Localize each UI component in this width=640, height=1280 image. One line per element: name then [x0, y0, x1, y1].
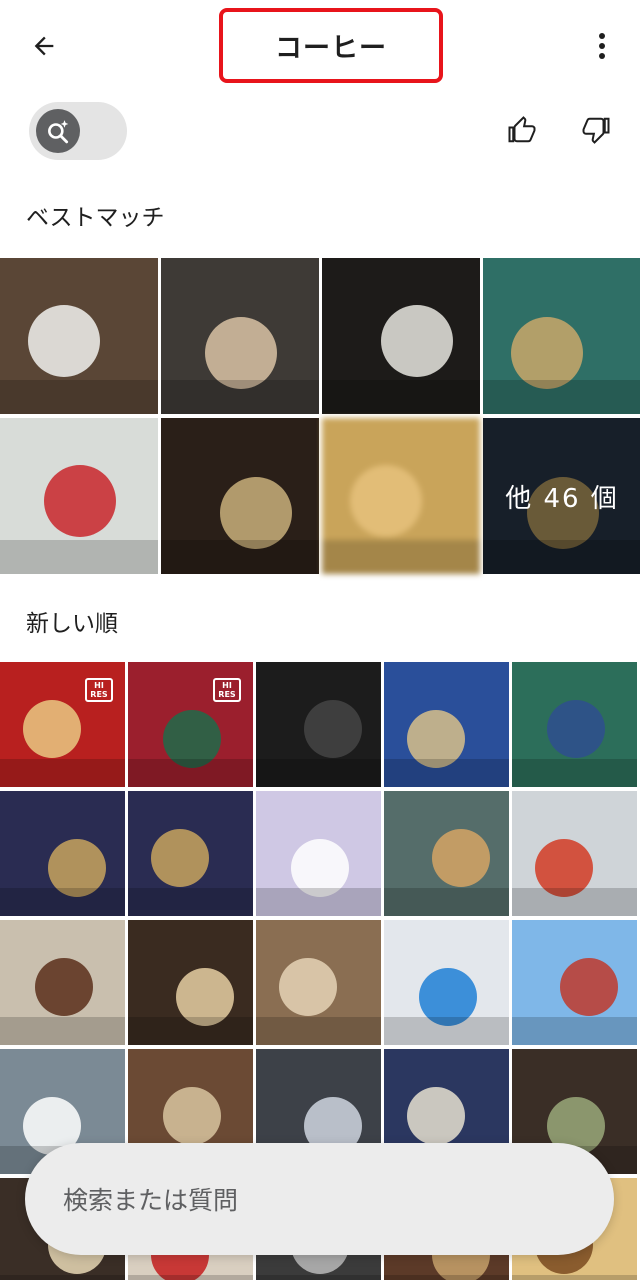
photo-surface [512, 1017, 637, 1045]
photo-surface [128, 759, 253, 787]
photo-surface [128, 1275, 253, 1280]
recent-photo[interactable] [128, 791, 253, 916]
thumb-up-button[interactable] [502, 110, 542, 150]
search-bar[interactable]: 検索または質問 [25, 1143, 614, 1255]
photo-surface [0, 1017, 125, 1045]
recent-photo[interactable]: HI RES [128, 662, 253, 787]
photo-surface [384, 888, 509, 916]
photo-surface [256, 1017, 381, 1045]
photo-subject [28, 305, 100, 377]
photo-subject [304, 700, 362, 758]
recent-photo[interactable] [0, 920, 125, 1045]
best-match-photo[interactable] [483, 258, 640, 414]
photo-surface [322, 540, 480, 574]
recent-photo[interactable] [512, 920, 637, 1045]
best-match-photo[interactable] [322, 258, 480, 414]
photo-surface [256, 888, 381, 916]
photo-subject [44, 465, 116, 537]
best-match-grid: 他 46 個 [0, 258, 640, 574]
photo-surface [0, 888, 125, 916]
photo-surface [0, 1275, 125, 1280]
photo-surface [384, 1275, 509, 1280]
photo-surface [161, 540, 319, 574]
photo-subject [560, 958, 618, 1016]
photo-surface [384, 1017, 509, 1045]
photo-subject [151, 829, 209, 887]
more-vert-icon [599, 33, 605, 59]
photo-surface [322, 380, 480, 414]
recent-photo[interactable] [512, 662, 637, 787]
hi-res-badge: HI RES [213, 678, 241, 702]
photo-surface [256, 759, 381, 787]
recent-heading: 新しい順 [26, 611, 118, 637]
photo-subject [23, 700, 81, 758]
best-match-photo[interactable] [161, 258, 319, 414]
photo-subject [279, 958, 337, 1016]
photo-subject [381, 305, 453, 377]
recent-photo[interactable] [384, 662, 509, 787]
photo-surface [512, 759, 637, 787]
photo-surface [0, 380, 158, 414]
photo-subject [220, 477, 292, 549]
recent-photo[interactable] [256, 920, 381, 1045]
ai-search-icon [48, 120, 69, 144]
photo-surface [128, 888, 253, 916]
photo-subject [432, 829, 490, 887]
photo-surface [0, 759, 125, 787]
photo-surface [512, 888, 637, 916]
photo-surface [0, 540, 158, 574]
hi-res-badge: HI RES [85, 678, 113, 702]
arrow-back-icon [34, 36, 54, 56]
photo-surface [483, 380, 640, 414]
more-photos-overlay[interactable]: 他 46 個 [483, 418, 640, 574]
photo-subject [511, 317, 583, 389]
recent-photo[interactable] [256, 791, 381, 916]
photo-subject [547, 700, 605, 758]
best-match-photo[interactable]: 他 46 個 [483, 418, 640, 574]
recent-photo[interactable] [384, 791, 509, 916]
thumb-down-button[interactable] [576, 110, 616, 150]
recent-photo[interactable] [384, 920, 509, 1045]
recent-photo[interactable]: HI RES [0, 662, 125, 787]
thumb-up-icon [508, 116, 536, 143]
app-header: コーヒー [0, 0, 640, 92]
recent-photo[interactable] [128, 920, 253, 1045]
thumb-down-icon [582, 117, 610, 144]
photo-subject [350, 465, 422, 537]
best-match-heading: ベストマッチ [26, 205, 165, 231]
recent-photo[interactable] [256, 662, 381, 787]
best-match-photo[interactable] [0, 258, 158, 414]
title-highlight: コーヒー [219, 8, 443, 83]
photo-surface [128, 1017, 253, 1045]
recent-photo[interactable] [0, 791, 125, 916]
ai-toggle-knob [36, 109, 80, 153]
photo-surface [161, 380, 319, 414]
more-options-button[interactable] [582, 24, 622, 68]
photo-surface [384, 759, 509, 787]
photo-surface [512, 1275, 637, 1280]
recent-photo[interactable] [512, 791, 637, 916]
best-match-photo[interactable] [161, 418, 319, 574]
photo-subject [205, 317, 277, 389]
page-title: コーヒー [275, 33, 387, 64]
photo-subject [35, 958, 93, 1016]
search-placeholder: 検索または質問 [63, 1186, 239, 1215]
ai-search-toggle[interactable] [29, 102, 127, 160]
photo-subject [407, 1087, 465, 1145]
back-button[interactable] [22, 24, 66, 68]
best-match-photo[interactable] [322, 418, 480, 574]
photo-surface [256, 1275, 381, 1280]
photo-subject [163, 1087, 221, 1145]
best-match-photo[interactable] [0, 418, 158, 574]
